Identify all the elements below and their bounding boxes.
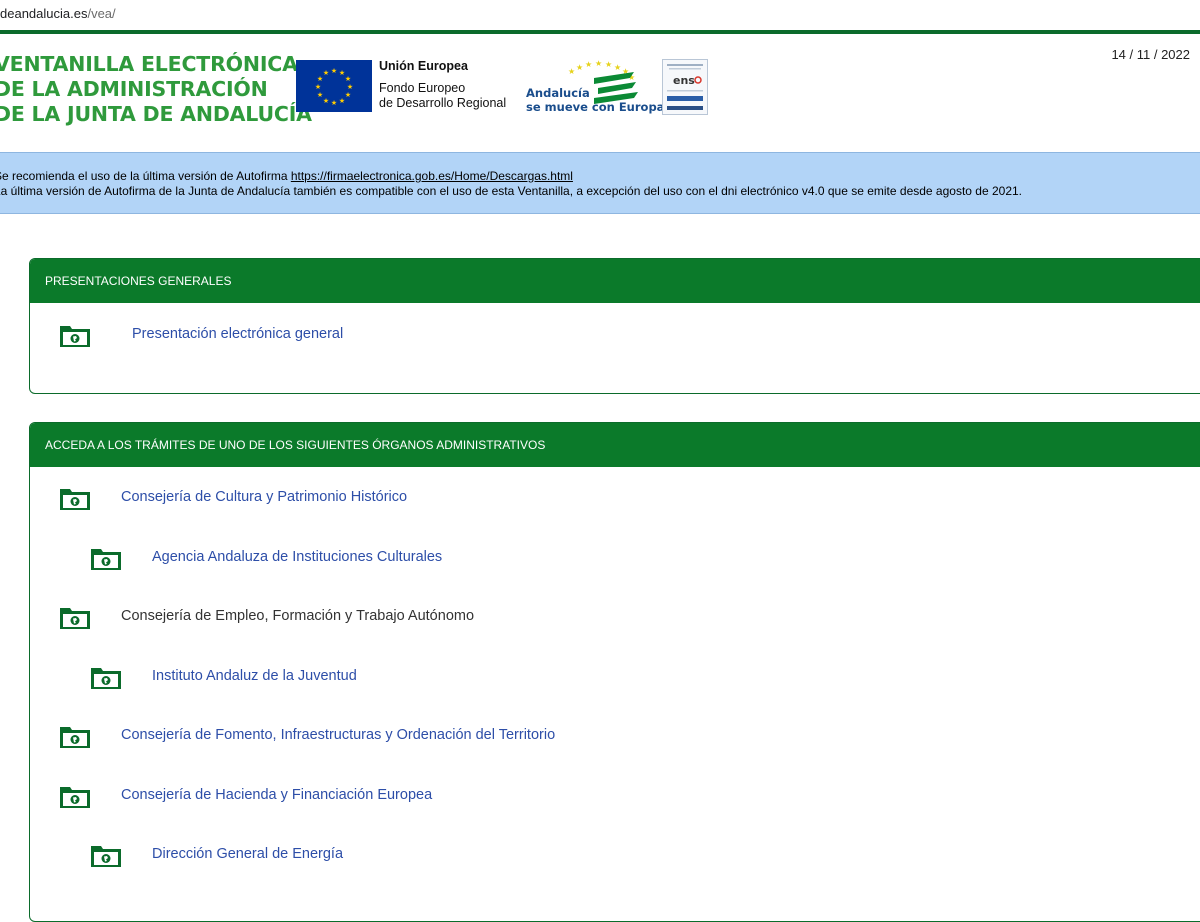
svg-text:★: ★ [576, 63, 583, 72]
current-date: 14 / 11 / 2022 [1111, 47, 1190, 62]
svg-text:★: ★ [315, 83, 321, 91]
item-label[interactable]: Consejería de Empleo, Formación y Trabaj… [121, 608, 474, 624]
panel-title: PRESENTACIONES GENERALES [30, 259, 1200, 303]
svg-text:★: ★ [331, 99, 337, 107]
folder-globe-icon[interactable] [59, 485, 91, 511]
notice-line-1-text: Se recomienda el uso de la última versió… [0, 169, 291, 183]
autofirma-notice: Se recomienda el uso de la última versió… [0, 152, 1200, 214]
url-path: /vea/ [87, 6, 116, 21]
svg-text:★: ★ [331, 67, 337, 75]
ens-label: ens [673, 74, 695, 87]
item-link[interactable]: Consejería de Fomento, Infraestructuras … [121, 727, 555, 743]
eu-fund-line-2: de Desarrollo Regional [379, 96, 507, 110]
item-link[interactable]: Dirección General de Energía [152, 846, 343, 862]
svg-text:★: ★ [605, 60, 612, 69]
notice-line-2: La última versión de Autofirma de la Jun… [0, 184, 1022, 198]
andalucia-line-1: Andalucía [526, 86, 590, 100]
url-host: deandalucia.es [0, 6, 88, 21]
site-title-line-3: DE LA JUNTA DE ANDALUCÍA [0, 102, 312, 126]
eu-flag-icon: ★ ★ ★ ★ ★ ★ ★ ★ ★ ★ ★ ★ [296, 60, 372, 112]
folder-globe-icon[interactable] [90, 545, 122, 571]
svg-text:★: ★ [323, 97, 329, 105]
site-header: VENTANILLA ELECTRÓNICA DE LA ADMINISTRAC… [0, 34, 1200, 152]
eu-name: Unión Europea [379, 59, 468, 73]
folder-globe-icon[interactable] [90, 664, 122, 690]
svg-text:★: ★ [568, 67, 575, 76]
address-bar[interactable]: deandalucia.es/vea/ [0, 0, 1200, 31]
site-title[interactable]: VENTANILLA ELECTRÓNICA DE LA ADMINISTRAC… [0, 52, 312, 127]
url-text[interactable]: deandalucia.es/vea/ [0, 0, 116, 28]
svg-text:★: ★ [323, 69, 329, 77]
andalucia-slogan: Andalucía se mueve con Europa [526, 86, 664, 114]
general-presentations-panel: PRESENTACIONES GENERALES Presentación el… [29, 258, 1200, 394]
eu-fund-line-1: Fondo Europeo [379, 81, 466, 95]
svg-text:★: ★ [317, 91, 323, 99]
notice-line-1: Se recomienda el uso de la última versió… [0, 169, 573, 184]
panel-title: ACCEDA A LOS TRÁMITES DE UNO DE LOS SIGU… [30, 423, 1200, 467]
folder-globe-icon[interactable] [59, 322, 91, 348]
andalucia-line-2: se mueve con Europa [526, 100, 665, 114]
site-title-line-1: VENTANILLA ELECTRÓNICA [0, 52, 298, 76]
item-link[interactable]: Agencia Andaluza de Instituciones Cultur… [152, 549, 442, 565]
folder-globe-icon[interactable] [59, 604, 91, 630]
autofirma-download-link[interactable]: https://firmaelectronica.gob.es/Home/Des… [291, 169, 573, 183]
svg-text:★: ★ [595, 59, 602, 68]
administrative-bodies-panel: ACCEDA A LOS TRÁMITES DE UNO DE LOS SIGU… [29, 422, 1200, 922]
site-title-line-2: DE LA ADMINISTRACIÓN [0, 77, 268, 101]
svg-text:★: ★ [345, 91, 351, 99]
svg-text:★: ★ [339, 97, 345, 105]
item-link[interactable]: Presentación electrónica general [132, 326, 343, 342]
ens-badge-icon[interactable]: ens [662, 59, 708, 115]
folder-globe-icon[interactable] [90, 842, 122, 868]
item-link[interactable]: Consejería de Hacienda y Financiación Eu… [121, 787, 432, 803]
item-link[interactable]: Consejería de Cultura y Patrimonio Histó… [121, 489, 407, 505]
svg-text:★: ★ [345, 75, 351, 83]
svg-text:★: ★ [347, 83, 353, 91]
eu-fund-text: Unión Europea Fondo Europeo de Desarroll… [379, 59, 506, 111]
folder-globe-icon[interactable] [59, 723, 91, 749]
item-link[interactable]: Instituto Andaluz de la Juventud [152, 668, 357, 684]
svg-text:★: ★ [585, 60, 592, 69]
folder-globe-icon[interactable] [59, 783, 91, 809]
svg-text:★: ★ [614, 63, 621, 72]
